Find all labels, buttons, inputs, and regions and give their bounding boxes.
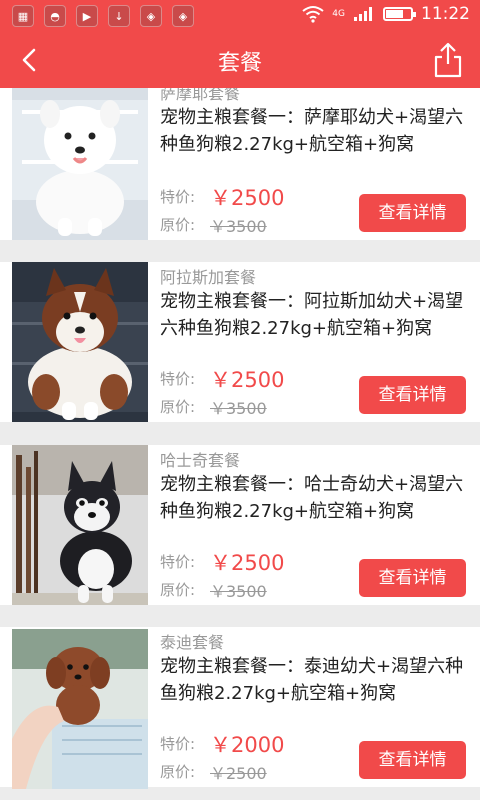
network-label: 4G — [332, 9, 345, 19]
app-shield-icon: ◈ — [140, 5, 162, 27]
package-description: 宠物主粮套餐一：阿拉斯加幼犬+渴望六种鱼狗粮2.27kg+航空箱+狗窝 — [160, 291, 464, 339]
status-bar: ▦ ◓ ▶ ↓ ◈ ◈ 4G 11:22 — [0, 0, 480, 32]
sale-price-label: 特价: — [160, 370, 196, 388]
package-description: 宠物主粮套餐一：泰迪幼犬+渴望六种鱼狗粮2.27kg+航空箱+狗窝 — [160, 656, 464, 704]
alaskan-malamute-puppy-image — [12, 262, 148, 422]
clock: 11:22 — [421, 4, 470, 24]
gallery-icon: ▦ — [12, 5, 34, 27]
package-card[interactable]: 萨摩耶套餐 宠物主粮套餐一：萨摩耶幼犬+渴望六种鱼狗粮2.27kg+航空箱+狗窝… — [0, 88, 480, 240]
nav-bar: 套餐 — [0, 32, 480, 88]
package-name: 泰迪套餐 — [160, 633, 225, 652]
sale-price: ￥2000 — [210, 733, 285, 757]
original-price: ￥3500 — [210, 217, 267, 236]
original-price-label: 原价: — [160, 398, 196, 416]
video-icon: ▶ — [76, 5, 98, 27]
sale-price: ￥2500 — [210, 551, 285, 575]
sale-price-label: 特价: — [160, 188, 196, 206]
app-shield-icon-2: ◈ — [172, 5, 194, 27]
signal-icon — [354, 7, 372, 21]
sale-price: ￥2500 — [210, 368, 285, 392]
package-description: 宠物主粮套餐一：萨摩耶幼犬+渴望六种鱼狗粮2.27kg+航空箱+狗窝 — [160, 107, 464, 155]
package-card[interactable]: 阿拉斯加套餐 宠物主粮套餐一：阿拉斯加幼犬+渴望六种鱼狗粮2.27kg+航空箱+… — [0, 262, 480, 422]
original-price-label: 原价: — [160, 763, 196, 781]
view-details-button[interactable]: 查看详情 — [359, 376, 466, 414]
view-details-button[interactable]: 查看详情 — [359, 741, 466, 779]
view-details-button[interactable]: 查看详情 — [359, 559, 466, 597]
sale-price-label: 特价: — [160, 735, 196, 753]
wifi-icon — [302, 6, 324, 23]
package-name: 哈士奇套餐 — [160, 451, 241, 470]
page-title: 套餐 — [217, 51, 262, 76]
samoyed-puppy-image — [12, 88, 148, 240]
package-name: 阿拉斯加套餐 — [160, 268, 257, 287]
share-button[interactable] — [430, 40, 466, 80]
status-right: 4G 11:22 — [302, 4, 470, 24]
package-card[interactable]: 哈士奇套餐 宠物主粮套餐一：哈士奇幼犬+渴望六种鱼狗粮2.27kg+航空箱+狗窝… — [0, 445, 480, 605]
husky-puppy-image — [12, 445, 148, 605]
battery-icon — [383, 7, 416, 21]
original-price-label: 原价: — [160, 216, 196, 234]
view-details-button[interactable]: 查看详情 — [359, 194, 466, 232]
share-icon — [434, 42, 462, 78]
original-price: ￥2500 — [210, 764, 267, 783]
download-icon: ↓ — [108, 5, 130, 27]
package-list[interactable]: 萨摩耶套餐 宠物主粮套餐一：萨摩耶幼犬+渴望六种鱼狗粮2.27kg+航空箱+狗窝… — [0, 88, 480, 800]
sale-price-label: 特价: — [160, 553, 196, 571]
original-price: ￥3500 — [210, 399, 267, 418]
teddy-poodle-puppy-image — [12, 629, 148, 789]
package-card[interactable]: 泰迪套餐 宠物主粮套餐一：泰迪幼犬+渴望六种鱼狗粮2.27kg+航空箱+狗窝 特… — [0, 627, 480, 789]
package-name: 萨摩耶套餐 — [160, 88, 241, 103]
sale-price: ￥2500 — [210, 186, 285, 210]
notification-icons: ▦ ◓ ▶ ↓ ◈ ◈ — [12, 5, 194, 27]
original-price-label: 原价: — [160, 581, 196, 599]
original-price: ￥3500 — [210, 582, 267, 601]
shield-icon: ◓ — [44, 5, 66, 27]
package-description: 宠物主粮套餐一：哈士奇幼犬+渴望六种鱼狗粮2.27kg+航空箱+狗窝 — [160, 474, 464, 522]
